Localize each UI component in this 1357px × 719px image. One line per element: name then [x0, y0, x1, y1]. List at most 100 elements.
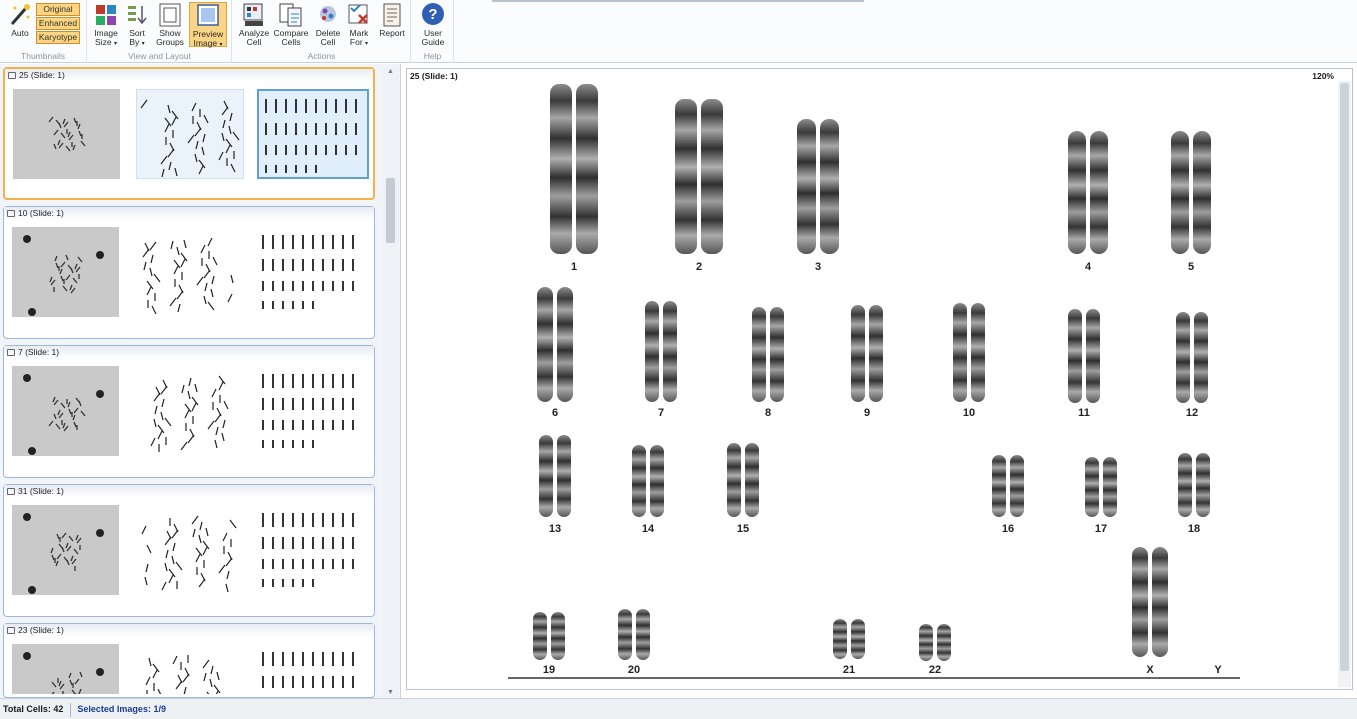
- chromosome-20-1[interactable]: [618, 609, 632, 660]
- chromosome-1-2[interactable]: [576, 84, 598, 254]
- karyotype-thumbnail[interactable]: [256, 505, 368, 595]
- original-thumbnail[interactable]: [12, 505, 119, 595]
- karyotype-preview[interactable]: 25 (Slide: 1) 120% 1 2 3 4 5 6 7 8 9 10 11 12 13 14 15…: [406, 68, 1353, 690]
- chromosome-6-1[interactable]: [536, 287, 553, 402]
- chromosome-21-1[interactable]: [833, 619, 847, 659]
- chromosome-12-1[interactable]: [1176, 312, 1190, 403]
- chromosome-10-1[interactable]: [952, 303, 967, 402]
- chromosome-9-1[interactable]: [851, 305, 865, 402]
- scrollbar-thumb[interactable]: [386, 178, 395, 243]
- chromosome-8-1[interactable]: [752, 307, 766, 402]
- chromosome-17-1[interactable]: [1085, 457, 1099, 517]
- scroll-down-icon[interactable]: ▼: [387, 689, 394, 696]
- chromosome-10-2[interactable]: [971, 303, 986, 402]
- original-thumbnail[interactable]: [12, 366, 119, 456]
- user-guide-button[interactable]: ? User Guide: [418, 2, 448, 47]
- chromosome-11-2[interactable]: [1086, 309, 1100, 403]
- chromosome-x-2[interactable]: [1152, 547, 1168, 657]
- chromosome-7-1[interactable]: [644, 301, 659, 402]
- chromosome-20-2[interactable]: [636, 609, 650, 660]
- enhanced-thumbnail[interactable]: [135, 644, 243, 719]
- analyze-cell-button[interactable]: Analyze Cell: [237, 2, 271, 47]
- enhanced-thumbnail[interactable]: [135, 366, 243, 456]
- report-button[interactable]: Report: [377, 2, 407, 38]
- status-bar: Total Cells: 42 Selected Images: 1/9: [0, 698, 1357, 719]
- chromosome-5-2[interactable]: [1193, 131, 1211, 254]
- chromosome-label-19: 19: [542, 664, 556, 676]
- chromosome-x-1[interactable]: [1132, 547, 1148, 657]
- chromosome-2-2[interactable]: [701, 99, 723, 254]
- karyogram-baseline: [508, 677, 1240, 679]
- chromosome-21-2[interactable]: [851, 619, 865, 659]
- chromosome-18-2[interactable]: [1196, 453, 1210, 517]
- chromosome-19-1[interactable]: [533, 612, 547, 660]
- enhanced-thumbnail[interactable]: [135, 505, 243, 595]
- preview-image-button[interactable]: Preview Image ▾: [189, 2, 227, 48]
- chromosome-7-2[interactable]: [663, 301, 678, 402]
- enhanced-thumbnail[interactable]: [135, 227, 243, 317]
- chromosome-11-1[interactable]: [1068, 309, 1082, 403]
- chromosome-14-2[interactable]: [650, 445, 664, 517]
- chromosome-13-2[interactable]: [557, 435, 571, 517]
- karyotype-thumbnail[interactable]: [256, 227, 368, 317]
- cell-thumbnail-list[interactable]: 25 (Slide: 1) 10 (Slide: 1) 7 (Slide: 1)…: [0, 64, 401, 719]
- original-thumbnail[interactable]: [12, 227, 119, 317]
- preview-scrollbar[interactable]: [1338, 81, 1351, 687]
- chromosome-14-1[interactable]: [632, 445, 646, 517]
- cell-card-23[interactable]: 23 (Slide: 1): [3, 623, 375, 719]
- chromosome-15-2[interactable]: [745, 443, 759, 517]
- image-size-button[interactable]: Image Size ▾: [92, 2, 120, 49]
- cell-card-7[interactable]: 7 (Slide: 1): [3, 345, 375, 478]
- group-title-view-layout: View and Layout: [128, 51, 191, 61]
- chromosome-13-1[interactable]: [539, 435, 553, 517]
- thumbnail-scrollbar[interactable]: ▲ ▼: [383, 68, 399, 696]
- chromosome-5-1[interactable]: [1171, 131, 1189, 254]
- chromosome-18-1[interactable]: [1178, 453, 1192, 517]
- show-groups-button[interactable]: Show Groups: [154, 2, 186, 47]
- chromosome-2-1[interactable]: [675, 99, 697, 254]
- compare-cells-button[interactable]: Compare Cells: [273, 2, 309, 47]
- auto-button[interactable]: Auto: [6, 2, 34, 38]
- chromosome-17-2[interactable]: [1103, 457, 1117, 517]
- enhanced-mode-button[interactable]: Enhanced: [36, 17, 80, 30]
- chromosome-4-2[interactable]: [1090, 131, 1108, 254]
- original-thumbnail[interactable]: [13, 89, 120, 179]
- chromosome-9-2[interactable]: [869, 305, 883, 402]
- chromosome-label-22: 22: [928, 664, 942, 676]
- karyotype-thumbnail[interactable]: [257, 89, 369, 179]
- cell-card-25[interactable]: 25 (Slide: 1): [3, 67, 375, 200]
- chromosome-22-2[interactable]: [937, 624, 951, 661]
- chromosome-label-20: 20: [627, 664, 641, 676]
- enhanced-thumbnail[interactable]: [136, 89, 244, 179]
- chromosome-label-1: 1: [570, 261, 578, 273]
- sort-by-button[interactable]: Sort By ▾: [124, 2, 150, 49]
- chromosome-label-10: 10: [962, 407, 976, 419]
- karyotype-thumbnail[interactable]: [256, 366, 368, 456]
- scroll-up-icon[interactable]: ▲: [387, 68, 394, 75]
- chromosome-label-18: 18: [1187, 523, 1201, 535]
- chromosome-22-1[interactable]: [919, 624, 933, 661]
- chromosome-3-1[interactable]: [796, 119, 816, 254]
- chromosome-1-1[interactable]: [550, 84, 572, 254]
- group-help: ? User Guide Help: [412, 0, 454, 63]
- cell-card-31[interactable]: 31 (Slide: 1): [3, 484, 375, 617]
- chromosome-6-2[interactable]: [557, 287, 574, 402]
- karyotype-thumbnail[interactable]: [256, 644, 368, 719]
- cell-card-10[interactable]: 10 (Slide: 1): [3, 206, 375, 339]
- chromosome-8-2[interactable]: [770, 307, 784, 402]
- chromosome-16-2[interactable]: [1010, 455, 1024, 517]
- chromosome-4-1[interactable]: [1068, 131, 1086, 254]
- chromosome-3-2[interactable]: [820, 119, 840, 254]
- original-thumbnail[interactable]: [12, 644, 119, 711]
- chromosome-16-1[interactable]: [992, 455, 1006, 517]
- delete-cell-button[interactable]: Delete Cell: [313, 2, 343, 47]
- mark-for-button[interactable]: Mark For ▾: [345, 2, 373, 49]
- karyotype-mode-button[interactable]: Karyotype: [36, 31, 80, 44]
- scrollbar-thumb[interactable]: [1340, 83, 1349, 671]
- chromosome-19-2[interactable]: [551, 612, 565, 660]
- chromosome-12-2[interactable]: [1194, 312, 1208, 403]
- total-cells-value: 42: [53, 704, 64, 714]
- chromosome-15-1[interactable]: [727, 443, 741, 517]
- chromosome-label-12: 12: [1185, 407, 1199, 419]
- original-mode-button[interactable]: Original: [36, 3, 80, 16]
